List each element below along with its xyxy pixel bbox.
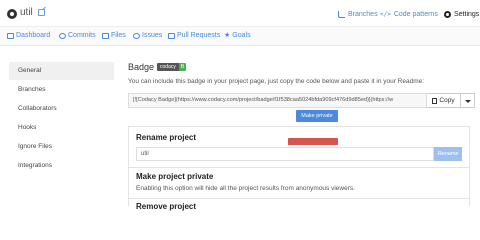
- make-private-title: Make project private: [136, 172, 214, 181]
- external-link-icon[interactable]: [38, 9, 45, 16]
- branches-link[interactable]: Branches: [338, 11, 378, 18]
- issues-icon: [133, 32, 140, 39]
- goals-icon: ★: [224, 31, 231, 39]
- badge-code-field[interactable]: [![Codacy Badge](https://www.codacy.com/…: [128, 93, 427, 108]
- code-icon: </>: [380, 11, 391, 18]
- repo-name[interactable]: util: [20, 7, 33, 18]
- sidebar-item-collaborators[interactable]: Collaborators: [9, 100, 114, 118]
- copy-button[interactable]: Copy: [427, 93, 461, 108]
- badge-grade: B: [178, 63, 187, 71]
- rename-button[interactable]: Rename: [434, 147, 462, 161]
- codacy-badge: codacy B: [157, 63, 187, 71]
- commits-icon: [59, 32, 66, 39]
- code-patterns-link[interactable]: </> Code patterns: [380, 11, 438, 18]
- settings-sidebar: General Branches Collaborators Hooks Ign…: [9, 62, 114, 176]
- rename-input[interactable]: util: [136, 147, 435, 161]
- tab-goals[interactable]: ★ Goals: [224, 31, 251, 40]
- badge-heading: Badge codacy B: [128, 62, 478, 72]
- copy-icon: [432, 97, 438, 104]
- make-private-button[interactable]: Make private: [296, 110, 338, 122]
- github-icon: [7, 9, 17, 19]
- sidebar-item-hooks[interactable]: Hooks: [9, 119, 114, 137]
- sidebar-item-branches[interactable]: Branches: [9, 81, 114, 99]
- badge-description: You can include this badge in your proje…: [128, 78, 425, 85]
- sidebar-item-ignore-files[interactable]: Ignore Files: [9, 138, 114, 156]
- gear-icon: [444, 11, 451, 18]
- branch-icon: [338, 11, 345, 18]
- project-nav: Dashboard Commits Files Issues Pull Requ…: [0, 26, 480, 46]
- tab-files[interactable]: Files: [102, 32, 126, 39]
- badge-code-row: [![Codacy Badge](https://www.codacy.com/…: [128, 93, 478, 108]
- tab-pull-requests[interactable]: Pull Requests: [168, 32, 220, 39]
- sidebar-item-integrations[interactable]: Integrations: [9, 157, 114, 175]
- badge-label: codacy: [157, 63, 179, 71]
- tab-issues[interactable]: Issues: [133, 32, 162, 39]
- settings-link[interactable]: Settings: [444, 11, 479, 18]
- top-header: util Branches </> Code patterns Settings: [0, 0, 480, 26]
- sidebar-item-general[interactable]: General: [9, 62, 114, 80]
- tab-dashboard[interactable]: Dashboard: [7, 32, 50, 39]
- remove-project-button[interactable]: [288, 138, 338, 145]
- remove-title: Remove project: [136, 202, 197, 211]
- files-icon: [102, 32, 109, 39]
- badge-title: Badge: [128, 62, 155, 72]
- dashboard-icon: [7, 32, 14, 39]
- main-content: Badge codacy B You can include this badg…: [128, 62, 478, 211]
- pull-request-icon: [168, 32, 175, 39]
- tab-commits[interactable]: Commits: [59, 32, 96, 39]
- make-private-description: Enabling this option will hide all the p…: [136, 185, 355, 192]
- copy-format-dropdown[interactable]: [461, 93, 475, 108]
